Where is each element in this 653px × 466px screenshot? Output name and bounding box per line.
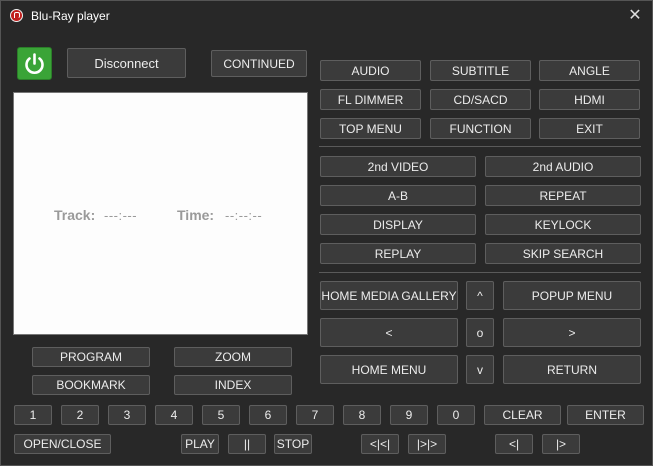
number-key-2[interactable]: 2 [61,405,99,425]
clear-button[interactable]: CLEAR [484,405,561,425]
app-icon [10,9,23,22]
2nd-video-button[interactable]: 2nd VIDEO [320,156,476,177]
track-display: Track: ---:--- Time: --:--:-- [13,92,308,335]
exit-button[interactable]: EXIT [539,118,640,139]
step-forward-button[interactable]: |> [542,434,580,454]
disconnect-button[interactable]: Disconnect [67,48,186,78]
close-icon[interactable]: ✕ [623,6,647,26]
power-icon [25,53,44,74]
open-close-button[interactable]: OPEN/CLOSE [14,434,111,454]
index-button[interactable]: INDEX [174,375,292,395]
home-menu-button[interactable]: HOME MENU [320,355,458,384]
pause-button[interactable]: || [228,434,266,454]
keylock-button[interactable]: KEYLOCK [485,214,641,235]
title-bar: Blu-Ray player ✕ [1,1,652,31]
number-key-1[interactable]: 1 [14,405,52,425]
program-button[interactable]: PROGRAM [32,347,150,367]
number-key-4[interactable]: 4 [155,405,193,425]
fl-dimmer-button[interactable]: FL DIMMER [320,89,421,110]
repeat-button[interactable]: REPEAT [485,185,641,206]
angle-button[interactable]: ANGLE [539,60,640,81]
zoom-button[interactable]: ZOOM [174,347,292,367]
number-key-8[interactable]: 8 [343,405,381,425]
top-menu-button[interactable]: TOP MENU [320,118,421,139]
popup-menu-button[interactable]: POPUP MENU [503,281,641,310]
stop-button[interactable]: STOP [274,434,312,454]
divider [319,272,641,273]
hdmi-button[interactable]: HDMI [539,89,640,110]
nav-ok-button[interactable]: o [466,318,494,347]
divider [319,146,641,147]
previous-chapter-button[interactable]: <|<| [361,434,399,454]
enter-button[interactable]: ENTER [567,405,644,425]
play-button[interactable]: PLAY [181,434,219,454]
track-value: ---:--- [104,208,138,223]
a-b-button[interactable]: A-B [320,185,476,206]
home-media-gallery-button[interactable]: HOME MEDIA GALLERY [320,281,458,310]
number-key-0[interactable]: 0 [437,405,475,425]
cd-sacd-button[interactable]: CD/SACD [430,89,531,110]
track-label: Track: [54,207,96,223]
number-key-6[interactable]: 6 [249,405,287,425]
number-key-3[interactable]: 3 [108,405,146,425]
audio-button[interactable]: AUDIO [320,60,421,81]
subtitle-button[interactable]: SUBTITLE [430,60,531,81]
function-button[interactable]: FUNCTION [430,118,531,139]
number-key-7[interactable]: 7 [296,405,334,425]
window-title: Blu-Ray player [31,9,110,23]
nav-down-button[interactable]: v [466,355,494,384]
step-back-button[interactable]: <| [495,434,533,454]
return-button[interactable]: RETURN [503,355,641,384]
bookmark-button[interactable]: BOOKMARK [32,375,150,395]
nav-up-button[interactable]: ^ [466,281,494,310]
number-key-9[interactable]: 9 [390,405,428,425]
skip-search-button[interactable]: SKIP SEARCH [485,243,641,264]
time-label: Time: [177,207,215,223]
continued-button[interactable]: CONTINUED [211,50,307,77]
power-button[interactable] [17,47,52,80]
replay-button[interactable]: REPLAY [320,243,476,264]
nav-right-button[interactable]: > [503,318,641,347]
time-value: --:--:-- [225,208,263,223]
number-key-5[interactable]: 5 [202,405,240,425]
2nd-audio-button[interactable]: 2nd AUDIO [485,156,641,177]
blu-ray-player-window: Blu-Ray player ✕ Disconnect CONTINUED Tr… [0,0,653,466]
display-button[interactable]: DISPLAY [320,214,476,235]
nav-left-button[interactable]: < [320,318,458,347]
next-chapter-button[interactable]: |>|> [408,434,446,454]
